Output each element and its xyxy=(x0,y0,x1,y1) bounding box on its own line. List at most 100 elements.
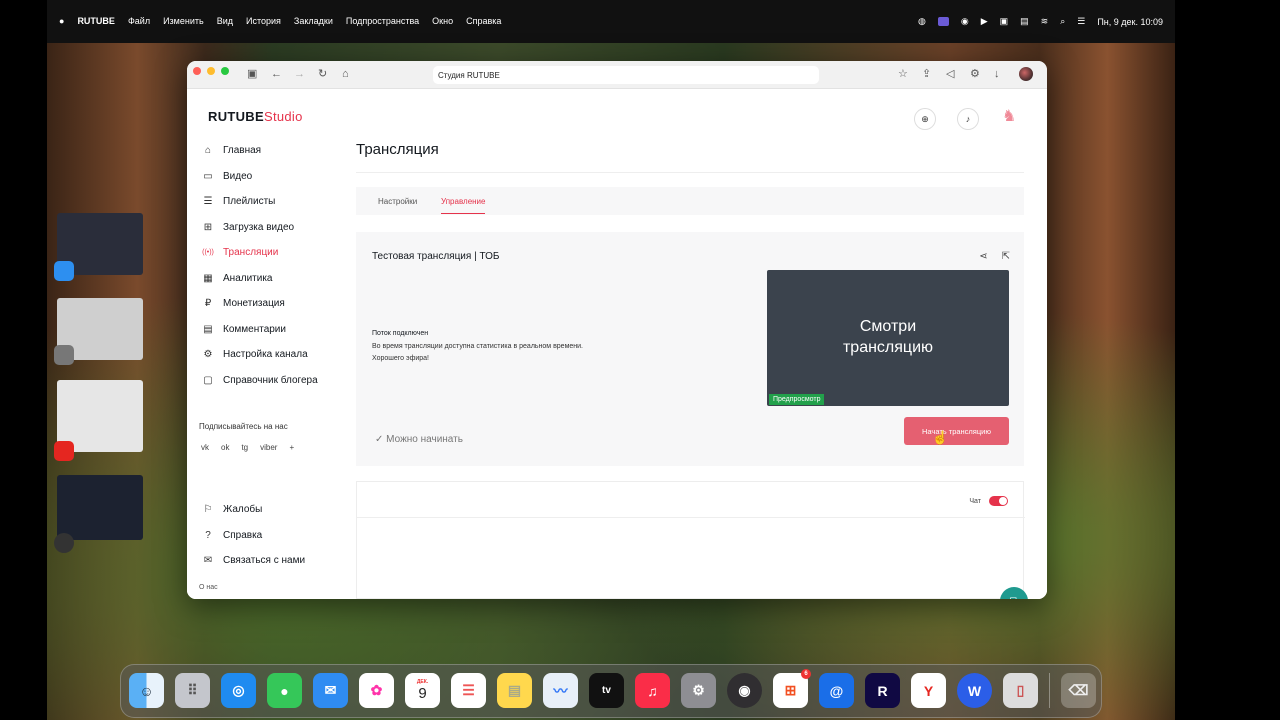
menu-view[interactable]: Вид xyxy=(217,16,233,26)
sidebar-item-contact[interactable]: ✉ Связаться с нами xyxy=(201,548,305,574)
start-broadcast-button[interactable]: Начать трансляцию xyxy=(904,417,1009,445)
upload-header-icon[interactable]: ⊕ xyxy=(914,108,936,130)
app-menu[interactable]: RUTUBE xyxy=(77,16,115,26)
trash-icon[interactable]: ⌫ xyxy=(1061,673,1096,708)
obs-icon[interactable]: ◉ xyxy=(727,673,762,708)
chat-toggle[interactable] xyxy=(989,496,1008,506)
status-icon-4[interactable]: ▤ xyxy=(1020,16,1029,27)
finder-icon[interactable]: ☺ xyxy=(129,673,164,708)
sidebar-item-comments[interactable]: ▤ Комментарии xyxy=(201,317,318,343)
tab-settings[interactable]: Настройки xyxy=(378,197,417,206)
sidebar-item-analytics[interactable]: ▦ Аналитика xyxy=(201,266,318,292)
more-socials-icon[interactable]: + xyxy=(289,443,294,452)
sidebar-item-home[interactable]: ⌂ Главная xyxy=(201,138,318,164)
launchpad-icon[interactable]: ⠿ xyxy=(175,673,210,708)
help-icon: ? xyxy=(205,529,211,541)
menu-window[interactable]: Окно xyxy=(432,16,453,26)
reload-icon[interactable]: ↻ xyxy=(318,68,327,80)
browser-window: ▣ ← → ↻ ⌂ Студия RUTUBE ☆ ⇪ ◁ ⚙ ↓ RUTUBE… xyxy=(187,61,1047,599)
music-icon[interactable]: ♫ xyxy=(635,673,670,708)
back-icon[interactable]: ← xyxy=(271,68,282,80)
menu-edit[interactable]: Изменить xyxy=(163,16,204,26)
obs-side-icon[interactable] xyxy=(54,533,74,553)
about-link[interactable]: О нас xyxy=(199,584,218,591)
zoom-window-button[interactable] xyxy=(221,67,229,75)
share-icon[interactable]: ⇪ xyxy=(922,68,931,80)
apple-menu-icon[interactable]: ● xyxy=(59,16,64,26)
sidebar-item-monetization[interactable]: ₽ Монетизация xyxy=(201,291,318,317)
minimize-window-button[interactable] xyxy=(207,67,215,75)
messages-icon[interactable]: ● xyxy=(267,673,302,708)
sidebar-item-playlists[interactable]: ☰ Плейлисты xyxy=(201,189,318,215)
sidebar-item-label: Видео xyxy=(223,170,253,182)
tab-management[interactable]: Управление xyxy=(441,197,486,214)
telegram-icon[interactable]: tg xyxy=(241,443,248,452)
sidebar-item-channel-settings[interactable]: ⚙ Настройка канала xyxy=(201,342,318,368)
ok-icon[interactable]: ok xyxy=(221,443,229,452)
screen-record-icon[interactable] xyxy=(937,17,949,26)
status-icon-2[interactable]: ◉ xyxy=(961,16,969,27)
notifications-bell-icon[interactable]: ♪ xyxy=(957,108,979,130)
word-icon[interactable]: W xyxy=(957,673,992,708)
menu-history[interactable]: История xyxy=(246,16,281,26)
viber-icon[interactable]: viber xyxy=(260,443,277,452)
channel-avatar[interactable]: ♞ xyxy=(1002,106,1016,126)
sidebar-item-help[interactable]: ? Справка xyxy=(201,523,305,549)
mail-ru-icon[interactable]: @ xyxy=(819,673,854,708)
settings-side-icon[interactable] xyxy=(54,345,74,365)
download-icon[interactable]: ↓ xyxy=(994,68,1000,80)
safari-side-icon[interactable] xyxy=(54,261,74,281)
wifi-icon[interactable]: ≋ xyxy=(1041,16,1049,27)
menu-spaces[interactable]: Подпространства xyxy=(346,16,419,26)
rutube-icon[interactable]: R xyxy=(865,673,900,708)
freeform-icon[interactable]: 〰 xyxy=(543,673,578,708)
yandex-browser-icon[interactable]: Y xyxy=(911,673,946,708)
notes-icon[interactable]: ▤ xyxy=(497,673,532,708)
playlist-icon: ☰ xyxy=(203,196,213,208)
sidebar-item-complaints[interactable]: ⚐ Жалобы xyxy=(201,497,305,523)
iphone-mirroring-icon[interactable]: ▯ xyxy=(1003,673,1038,708)
stream-preview[interactable]: Смотри трансляцию Предпросмотр xyxy=(767,270,1009,406)
microsoft-icon[interactable]: ⊞ 6 xyxy=(773,669,811,708)
control-center-icon[interactable]: ☰ xyxy=(1077,16,1085,27)
profile-avatar[interactable] xyxy=(1019,67,1033,81)
photos-icon[interactable]: ✿ xyxy=(359,673,394,708)
sidebar-item-video[interactable]: ▭ Видео xyxy=(201,164,318,190)
close-window-button[interactable] xyxy=(193,67,201,75)
sidebar-item-broadcasts[interactable]: ((•)) Трансляции xyxy=(201,240,318,266)
preview-badge: Предпросмотр xyxy=(769,394,825,405)
extension-icon[interactable]: ⚙ xyxy=(970,68,980,80)
bookmark-star-icon[interactable]: ☆ xyxy=(898,68,908,80)
mail-icon[interactable]: ✉ xyxy=(313,673,348,708)
reminders-icon[interactable]: ☰ xyxy=(451,673,486,708)
system-settings-icon[interactable]: ⚙ xyxy=(681,673,716,708)
divider xyxy=(356,172,1024,173)
clock[interactable]: Пн, 9 дек. 10:09 xyxy=(1097,17,1163,27)
home-browser-icon[interactable]: ⌂ xyxy=(342,68,349,80)
calendar-icon[interactable]: ДЕК. 9 xyxy=(405,673,440,708)
sidebar-item-upload[interactable]: ⊞ Загрузка видео xyxy=(201,215,318,241)
window-thumbnail-4[interactable] xyxy=(57,475,143,540)
status-icon-1[interactable]: ◍ xyxy=(918,16,926,27)
menu-file[interactable]: Файл xyxy=(128,16,150,26)
sidebar-item-blogger-guide[interactable]: ▢ Справочник блогера xyxy=(201,368,317,394)
status-icon-3[interactable]: ▣ xyxy=(1000,16,1009,27)
menu-bookmarks[interactable]: Закладки xyxy=(294,16,333,26)
forward-icon[interactable]: → xyxy=(294,68,305,80)
menu-help[interactable]: Справка xyxy=(466,16,501,26)
search-icon[interactable]: ⌕ xyxy=(1060,16,1065,27)
rutube-studio-logo[interactable]: RUTUBEStudio xyxy=(208,109,303,124)
vk-icon[interactable]: vk xyxy=(201,443,209,452)
apple-tv-icon[interactable]: tv xyxy=(589,673,624,708)
dock: ☺ ⠿ ◎ ● ✉ ✿ ДЕК. 9 ☰ ▤ 〰 tv ♫ ⚙ ◉ ⊞ 6 @ R … xyxy=(120,664,1102,718)
address-bar[interactable]: Студия RUTUBE xyxy=(433,66,819,84)
open-external-icon[interactable]: ⇱ xyxy=(1002,251,1010,262)
sidebar-toggle-icon[interactable]: ▣ xyxy=(247,68,257,80)
audio-icon[interactable]: ◁ xyxy=(946,68,954,80)
sidebar-nav: ⌂ Главная ▭ Видео ☰ Плейлисты ⊞ Загрузка вид… xyxy=(201,138,318,393)
play-status-icon[interactable]: ▶ xyxy=(981,16,988,27)
support-icon: ⧉ xyxy=(1010,594,1019,599)
safari-icon[interactable]: ◎ xyxy=(221,673,256,708)
yandex-side-icon[interactable] xyxy=(54,441,74,461)
share-icon[interactable]: ⋖ xyxy=(979,251,987,262)
